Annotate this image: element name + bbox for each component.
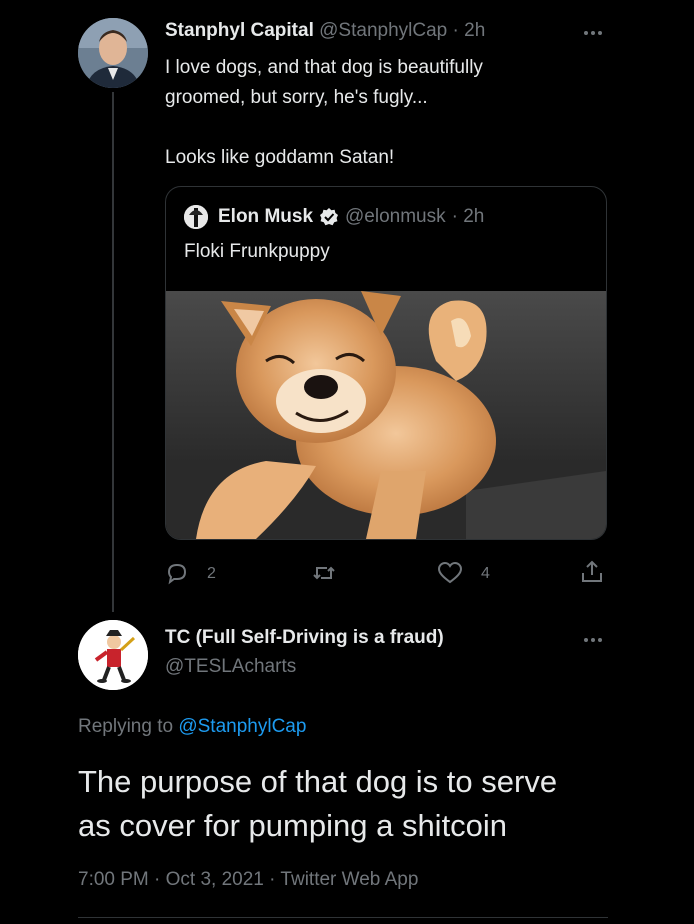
retweet-icon[interactable]: [311, 560, 337, 586]
reply-count: 2: [207, 565, 216, 582]
share-icon[interactable]: [580, 559, 604, 585]
quoted-media-image[interactable]: [166, 291, 606, 539]
tweet-timestamp[interactable]: 7:00 PM · Oct 3, 2021 · Twitter Web App: [78, 869, 418, 891]
reply-tweet-header: Stanphyl Capital @StanphylCap · 2h: [165, 20, 485, 42]
tweet-text-line: I love dogs, and that dog is beautifully: [165, 57, 483, 78]
tweet-text: I love dogs, and that dog is beautifully…: [165, 53, 483, 173]
reply-icon[interactable]: [165, 561, 189, 585]
main-tweet-text: The purpose of that dog is to serve as c…: [78, 760, 557, 848]
quoted-header: Elon Musk @elonmusk · 2h: [218, 206, 484, 228]
author-handle[interactable]: @StanphylCap: [319, 20, 447, 41]
main-tweet-text-line: as cover for pumping a shitcoin: [78, 808, 508, 843]
like-count: 4: [481, 565, 490, 582]
avatar-stanphyl[interactable]: [78, 18, 148, 88]
author-name[interactable]: Stanphyl Capital: [165, 20, 314, 41]
like-icon[interactable]: [437, 561, 463, 585]
quoted-time: · 2h: [451, 206, 485, 227]
more-icon[interactable]: [584, 638, 602, 642]
verified-icon: [319, 207, 339, 227]
thread-line: [112, 92, 114, 612]
replying-to-link[interactable]: @StanphylCap: [178, 716, 306, 737]
main-author-handle[interactable]: @TESLAcharts: [165, 656, 296, 678]
quoted-author-name: Elon Musk: [218, 206, 314, 227]
replying-to: Replying to @StanphylCap: [78, 716, 306, 738]
quoted-avatar: [184, 205, 208, 229]
more-icon[interactable]: [584, 31, 602, 35]
divider: [78, 917, 608, 918]
tweet-text-line: Looks like goddamn Satan!: [165, 147, 395, 168]
quoted-text: Floki Frunkpuppy: [184, 241, 330, 262]
main-author-name[interactable]: TC (Full Self-Driving is a fraud): [165, 627, 444, 649]
tweet-time[interactable]: · 2h: [453, 20, 486, 41]
avatar-teslacharts[interactable]: [78, 620, 148, 690]
quoted-handle: @elonmusk: [345, 206, 446, 227]
main-tweet-text-line: The purpose of that dog is to serve: [78, 764, 558, 799]
replying-prefix: Replying to: [78, 716, 174, 737]
quoted-tweet-card[interactable]: Elon Musk @elonmusk · 2h Floki Frunkpupp…: [165, 186, 607, 540]
tweet-text-line: groomed, but sorry, he's fugly...: [165, 87, 428, 108]
